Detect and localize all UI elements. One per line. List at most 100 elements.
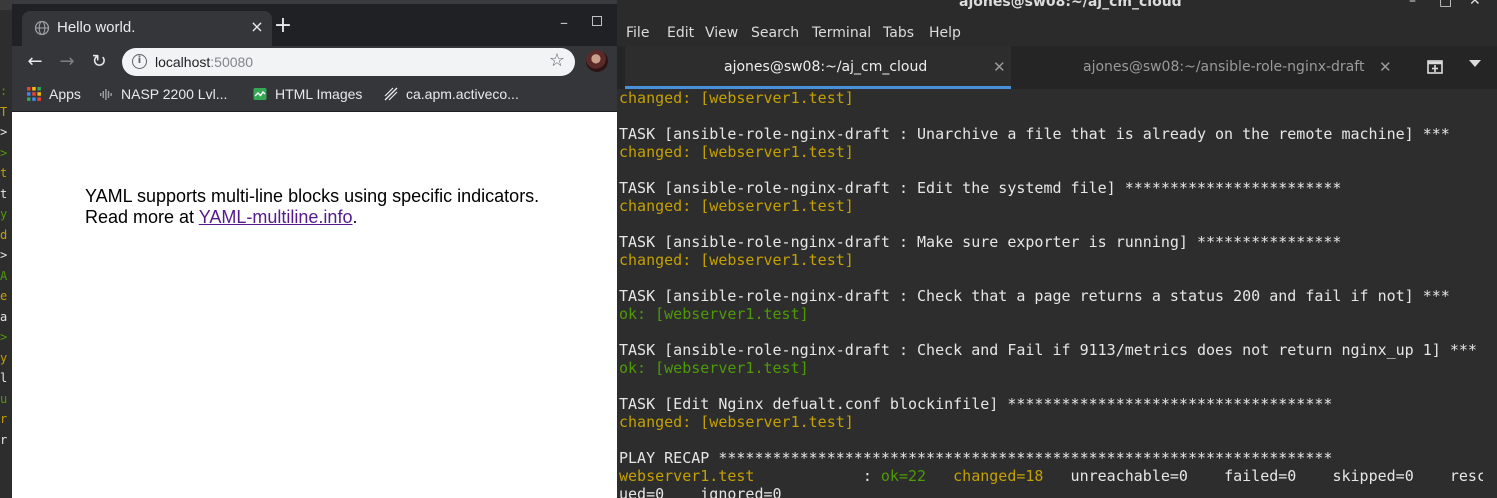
menu-search[interactable]: Search [751,25,799,41]
new-tab-button[interactable]: + [272,15,294,37]
maximize-icon[interactable] [592,16,602,26]
background-terminal-edge: : T > > t t y d > Ae a > y l u r r [0,0,12,498]
page-line-2: Read more at YAML-multiline.info. [85,207,539,228]
url-text[interactable]: localhost:50080 [155,54,253,70]
page-paragraph: YAML supports multi-line blocks using sp… [85,186,539,228]
bookmark-apps[interactable]: Apps [27,86,81,104]
terminal-text-segment: TASK [ansible-role-nginx-draft : Check t… [619,287,1450,305]
terminal-line: changed: [webserver1.test] [619,197,1483,215]
background-terminal-glyph: y [0,350,8,365]
bookmark-label: ca.apm.activeco... [406,86,519,102]
terminal-text-segment: ok: [webserver1.test] [619,305,809,323]
terminal-line: changed: [webserver1.test] [619,143,1483,161]
background-terminal-glyph: u [0,391,8,406]
menu-tabs[interactable]: Tabs [883,25,914,41]
terminal-line: PLAY RECAP *****************************… [619,449,1483,467]
terminal-line: ok: [webserver1.test] [619,359,1483,377]
terminal-menubar: File Edit View Search Terminal Tabs Help [617,20,1497,46]
terminal-text-segment: TASK [ansible-role-nginx-draft : Make su… [619,233,1342,251]
bookmarks-bar: Apps NASP 2200 Lvl... HTML Images ca.apm… [12,78,617,112]
terminal-tab-aj-cm-cloud[interactable]: ajones@sw08:~/aj_cm_cloud ✕ [625,46,1011,89]
page-line-2-suffix: . [352,207,358,227]
close-icon[interactable]: ✕ [1469,0,1481,9]
bookmark-star-icon[interactable]: ☆ [547,51,567,71]
profile-avatar[interactable] [586,50,608,72]
background-terminal-glyph: d [0,227,8,242]
background-terminal-glyph: A [0,268,8,283]
terminal-line: TASK [ansible-role-nginx-draft : Check t… [619,287,1483,305]
minimize-icon[interactable]: – [1409,0,1416,9]
new-tab-icon[interactable] [1427,58,1443,74]
bookmark-label: Apps [49,86,81,102]
terminal-line: TASK [ansible-role-nginx-draft : Make su… [619,233,1483,251]
close-tab-icon[interactable]: × [248,17,266,37]
yaml-multiline-link[interactable]: YAML-multiline.info [199,207,353,227]
background-terminal-glyph: T [0,104,8,119]
terminal-line: webserver1.test : ok=22 changed=18 unrea… [619,467,1483,485]
terminal-tab-ansible-role[interactable]: ajones@sw08:~/ansible-role-nginx-draft ✕ [1013,46,1401,89]
background-terminal-glyph: > [0,330,8,344]
bookmark-ca-apm[interactable]: ca.apm.activeco... [384,86,519,104]
browser-tab-hello-world[interactable]: Hello world. × [22,11,272,46]
terminal-window-title: ajones@sw08:~/aj_cm_cloud [959,0,1182,10]
menu-edit[interactable]: Edit [667,25,694,41]
terminal-text-segment: changed: [webserver1.test] [619,413,854,431]
terminal-text-segment: changed: [webserver1.test] [619,89,854,107]
background-terminal-glyph: a [0,309,8,324]
terminal-text-segment: changed: [webserver1.test] [619,143,854,161]
terminal-line: TASK [Edit Nginx defualt.conf blockinfil… [619,395,1483,413]
chevron-down-icon[interactable] [1469,60,1481,67]
close-tab-icon[interactable]: ✕ [993,58,1006,76]
address-bar[interactable]: i localhost:50080 ☆ [122,48,575,76]
menu-help[interactable]: Help [929,25,961,41]
bookmark-html-images[interactable]: HTML Images [253,86,362,104]
terminal-line: changed: [webserver1.test] [619,89,1483,107]
background-terminal-glyph: y [0,207,8,221]
terminal-line: TASK [ansible-role-nginx-draft : Unarchi… [619,125,1483,143]
close-tab-icon[interactable]: ✕ [1379,58,1392,76]
back-arrow-icon[interactable]: ← [24,51,46,73]
terminal-text-segment: webserver1.test [619,467,755,485]
terminal-line: changed: [webserver1.test] [619,251,1483,269]
page-line-1: YAML supports multi-line blocks using sp… [85,186,540,206]
menu-file[interactable]: File [626,25,649,41]
reload-icon[interactable]: ↻ [88,51,110,73]
background-terminal-glyph: t [0,166,8,180]
terminal-text-segment: unreachable=0 failed=0 skipped=0 resc [1043,467,1483,485]
background-terminal-glyph: : [0,84,8,98]
maximize-icon[interactable]: □ [1439,0,1452,9]
globe-icon [34,20,50,36]
menu-view[interactable]: View [705,25,738,41]
terminal-output[interactable]: changed: [webserver1.test] TASK [ansible-… [617,89,1483,498]
terminal-text-segment: changed: [webserver1.test] [619,197,854,215]
bookmark-nasp[interactable]: NASP 2200 Lvl... [99,86,227,104]
bookmark-label: NASP 2200 Lvl... [121,86,228,102]
browser-page-content: YAML supports multi-line blocks using sp… [12,113,617,498]
menu-terminal[interactable]: Terminal [812,25,871,41]
terminal-scrollbar[interactable] [1483,89,1497,498]
browser-titlebar-edge [12,0,617,4]
background-terminal-glyph: t [0,186,8,201]
terminal-text-segment: PLAY RECAP *****************************… [619,449,1333,467]
forward-arrow-icon[interactable]: → [56,51,78,73]
terminal-titlebar: ajones@sw08:~/aj_cm_cloud – □ ✕ [617,0,1497,20]
terminal-line: TASK [ansible-role-nginx-draft : Check a… [619,341,1483,359]
terminal-tab-label: ajones@sw08:~/ansible-role-nginx-draft [1083,59,1365,75]
background-terminal-glyph: e [0,289,8,303]
background-terminal-glyph: r [0,432,8,447]
background-terminal-glyph: r [0,412,8,426]
terminal-text-segment: : [754,467,881,485]
info-icon[interactable]: i [132,54,147,69]
background-terminal-glyph: l [0,371,8,385]
background-terminal-glyph: > [0,145,8,160]
minimize-icon[interactable]: – [557,14,571,32]
terminal-text-segment: changed: [webserver1.test] [619,251,854,269]
background-terminal-glyph: > [0,125,8,139]
